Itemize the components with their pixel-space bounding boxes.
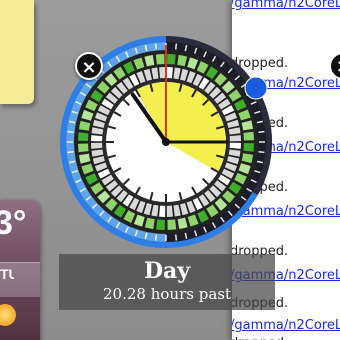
outer-tick [67, 150, 74, 154]
hand-pivot [162, 138, 170, 146]
outer-tick [174, 234, 178, 241]
caption-subtitle: 20.28 hours past [103, 285, 231, 303]
outer-tick [67, 130, 74, 134]
outer-tick [258, 150, 265, 154]
caption-title: Day [143, 258, 191, 284]
position-marker-icon [244, 76, 268, 100]
outer-tick [258, 130, 265, 134]
outer-tick [154, 43, 158, 50]
outer-tick [174, 43, 178, 50]
close-icon[interactable]: × [75, 52, 103, 80]
clock-caption: Day 20.28 hours past [59, 254, 275, 310]
outer-tick [154, 234, 158, 241]
